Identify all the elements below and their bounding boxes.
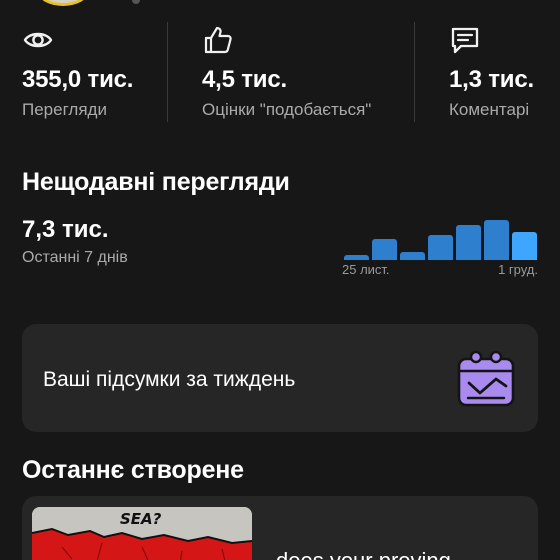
video-thumbnail[interactable]: SEA? — [32, 507, 252, 560]
stats-row: 355,0 тис. Перегляди 4,5 тис. Оцінки "по… — [0, 22, 560, 126]
stat-divider — [167, 22, 168, 122]
video-title: does your proving — [276, 548, 451, 560]
stat-divider — [414, 22, 415, 122]
stat-comments-label: Коментарі — [449, 100, 530, 119]
stat-comments-value: 1,3 тис. — [449, 66, 534, 93]
latest-created-heading: Останнє створене — [22, 456, 244, 484]
chart-bar[interactable] — [455, 225, 481, 260]
stat-likes-label: Оцінки "подобається" — [202, 100, 372, 119]
stat-views-value: 355,0 тис. — [22, 66, 134, 93]
eye-icon — [23, 32, 53, 48]
recent-views-period: Останні 7 днів — [22, 249, 128, 266]
weekly-summary-card[interactable]: Ваші підсумки за тиждень — [22, 324, 538, 432]
chart-tick-end: 1 груд. — [498, 262, 538, 277]
chart-tick-start: 25 лист. — [342, 262, 390, 277]
avatar-status-dot — [132, 0, 140, 4]
chart-bar[interactable] — [427, 235, 453, 260]
weekly-summary-label: Ваші підсумки за тиждень — [43, 368, 296, 391]
chart-bar[interactable] — [399, 252, 425, 260]
chart-bars — [340, 206, 540, 260]
chart-bar[interactable] — [343, 255, 369, 260]
calendar-check-icon — [457, 350, 515, 407]
chart-bar[interactable] — [371, 239, 397, 260]
views-bar-chart[interactable]: 25 лист. 1 груд. — [340, 206, 540, 278]
thumbnail-caption: SEA? — [120, 510, 162, 528]
thumbs-up-icon — [204, 26, 232, 54]
recent-views-value: 7,3 тис. — [22, 216, 109, 243]
latest-video-card[interactable]: SEA? does your proving — [22, 496, 538, 560]
channel-avatar[interactable] — [38, 0, 88, 6]
chart-bar[interactable] — [483, 220, 509, 260]
recent-views-heading: Нещодавні перегляди — [22, 168, 290, 196]
comment-icon — [451, 27, 479, 54]
stat-views-label: Перегляди — [22, 100, 107, 119]
stat-likes-value: 4,5 тис. — [202, 66, 287, 93]
chart-bar[interactable] — [511, 232, 537, 260]
